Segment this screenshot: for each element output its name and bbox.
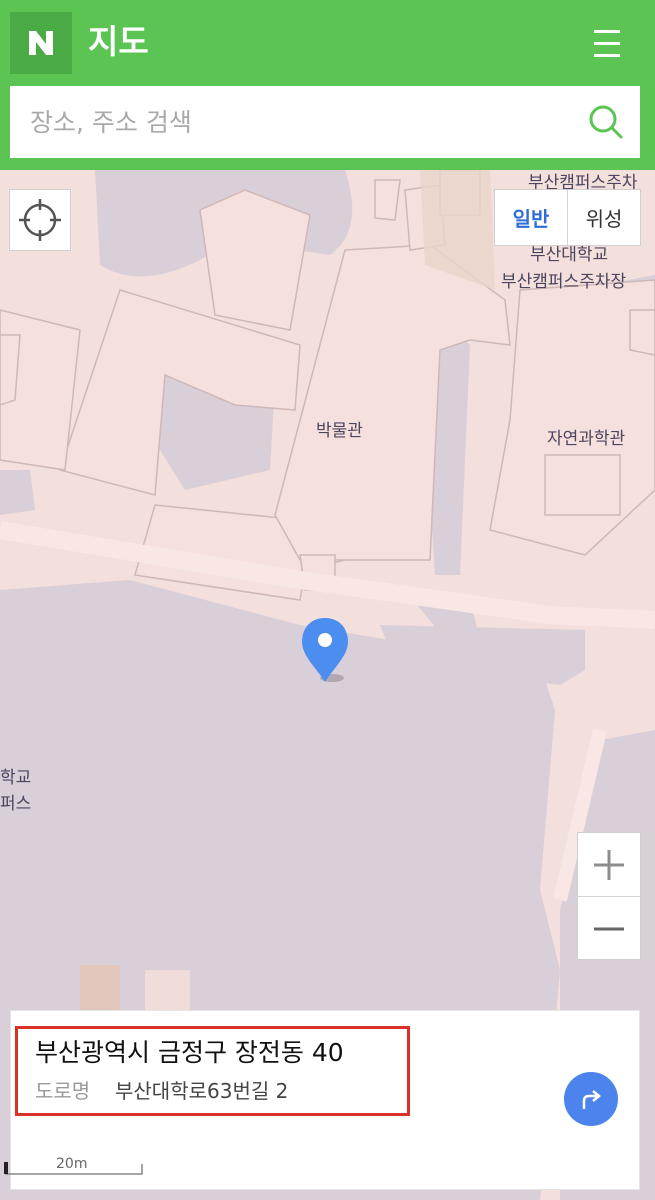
- map-type-normal[interactable]: 일반: [495, 190, 567, 245]
- search-input[interactable]: [10, 86, 570, 158]
- search-bar: [10, 86, 640, 158]
- map-label-science-college[interactable]: 자연과학관: [547, 428, 625, 450]
- jibun-address: 부산광역시 금정구 장전동 40: [35, 1038, 344, 1067]
- zoom-out-button[interactable]: [578, 897, 640, 960]
- map-label-left-2[interactable]: 퍼스: [0, 793, 31, 815]
- scale-label: 20m: [56, 1156, 88, 1172]
- search-icon: [589, 105, 623, 139]
- page-title: 지도: [88, 22, 149, 61]
- crosshair-icon: [19, 199, 61, 241]
- naver-n-icon: [29, 31, 53, 55]
- hamburger-menu-icon: [594, 30, 620, 57]
- menu-button[interactable]: [586, 26, 628, 62]
- map-label-university[interactable]: 부산대학교: [530, 244, 608, 266]
- naver-logo[interactable]: [10, 12, 72, 74]
- directions-button[interactable]: [564, 1072, 618, 1126]
- map-label-museum[interactable]: 박물관: [316, 420, 363, 442]
- map-label-parking[interactable]: 부산캠퍼스주차장: [501, 271, 626, 293]
- map-label-left-1[interactable]: 학교: [0, 767, 31, 789]
- minus-icon: [594, 927, 624, 930]
- road-address: 부산대학로63번길 2: [115, 1079, 289, 1103]
- road-address-tag: 도로명: [35, 1079, 91, 1103]
- map-app: 부산캠퍼스주차 부산대학교 부산캠퍼스주차장 박물관 자연과학관 학교 퍼스 지…: [0, 0, 655, 1200]
- app-header: 지도: [0, 0, 655, 170]
- current-location-button[interactable]: [9, 189, 71, 251]
- map-type-toggle: 일반 위성: [494, 189, 641, 246]
- zoom-in-button[interactable]: [578, 833, 640, 896]
- search-button[interactable]: [586, 102, 626, 142]
- plus-icon: [594, 849, 624, 880]
- map-type-satellite[interactable]: 위성: [568, 190, 640, 245]
- directions-icon: [582, 1090, 601, 1109]
- zoom-control: [577, 832, 641, 960]
